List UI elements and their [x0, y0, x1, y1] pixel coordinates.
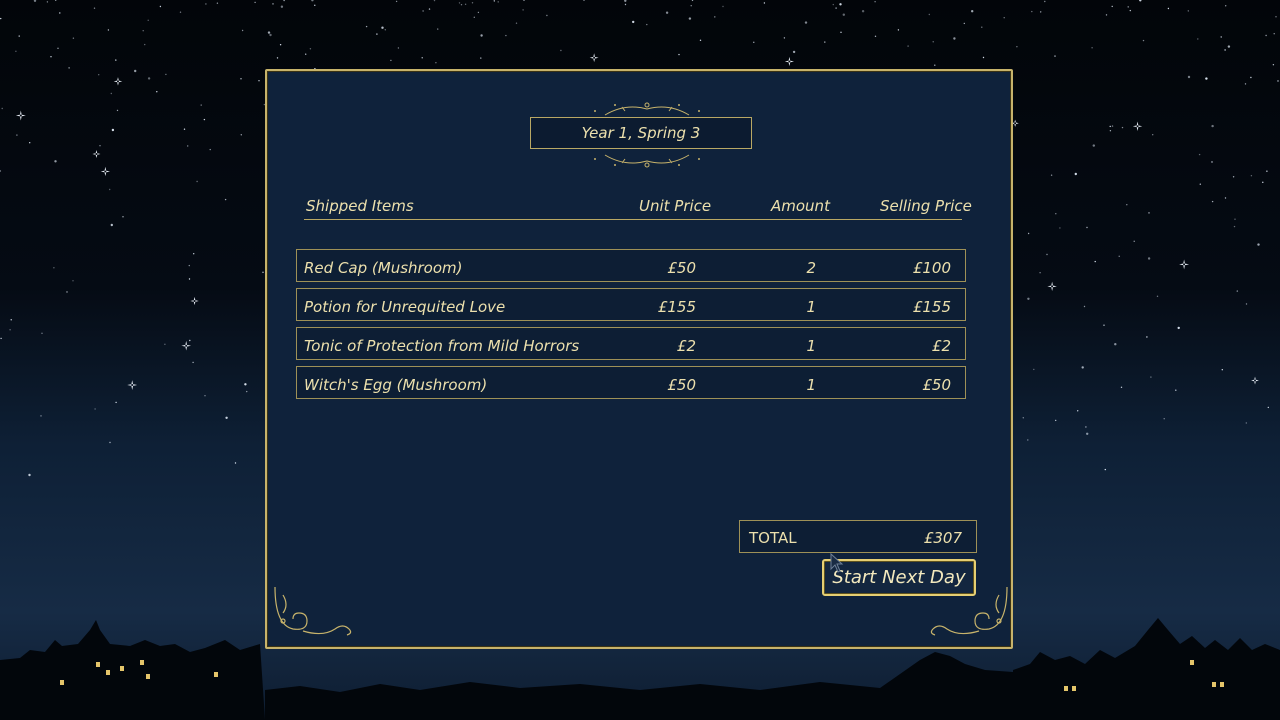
- item-amount: 1: [806, 376, 816, 394]
- header-selling-price: Selling Price: [880, 197, 972, 215]
- header-amount: Amount: [771, 197, 830, 215]
- top-ornament-icon: [594, 102, 700, 116]
- shipping-report-panel: Year 1, Spring 3 Shipped Items Unit Pric…: [265, 69, 1013, 649]
- table-header: Shipped Items Unit Price Amount Selling …: [304, 195, 972, 220]
- item-unit-price: £155: [657, 298, 696, 316]
- table-row: Tonic of Protection from Mild Horrors £2…: [296, 327, 966, 360]
- total-label: TOTAL: [749, 529, 797, 547]
- item-name: Potion for Unrequited Love: [304, 298, 506, 316]
- item-amount: 1: [806, 337, 816, 355]
- table-row: Red Cap (Mushroom) £50 2 £100: [296, 249, 966, 282]
- item-name: Witch's Egg (Mushroom): [304, 376, 488, 394]
- table-row: Witch's Egg (Mushroom) £50 1 £50: [296, 366, 966, 399]
- mouse-cursor-icon: [830, 553, 844, 573]
- item-selling-price: £155: [912, 298, 951, 316]
- item-unit-price: £50: [667, 376, 696, 394]
- shipped-items-list: Red Cap (Mushroom) £50 2 £100 Potion for…: [296, 249, 966, 405]
- item-selling-price: £2: [931, 337, 951, 355]
- item-selling-price: £100: [912, 259, 951, 277]
- item-selling-price: £50: [922, 376, 951, 394]
- bottom-ornament-icon: [594, 154, 700, 168]
- item-unit-price: £50: [667, 259, 696, 277]
- header-unit-price: Unit Price: [639, 197, 712, 215]
- date-label: Year 1, Spring 3: [530, 117, 752, 149]
- header-shipped-items: Shipped Items: [306, 197, 414, 215]
- total-box: TOTAL £307: [739, 520, 977, 553]
- item-name: Tonic of Protection from Mild Horrors: [304, 337, 580, 355]
- item-amount: 1: [806, 298, 816, 316]
- item-unit-price: £2: [676, 337, 696, 355]
- table-row: Potion for Unrequited Love £155 1 £155: [296, 288, 966, 321]
- corner-flourish-right-icon: [930, 586, 1008, 636]
- total-value: £307: [923, 529, 962, 547]
- item-amount: 2: [806, 259, 816, 277]
- item-name: Red Cap (Mushroom): [304, 259, 463, 277]
- corner-flourish-left-icon: [274, 586, 352, 636]
